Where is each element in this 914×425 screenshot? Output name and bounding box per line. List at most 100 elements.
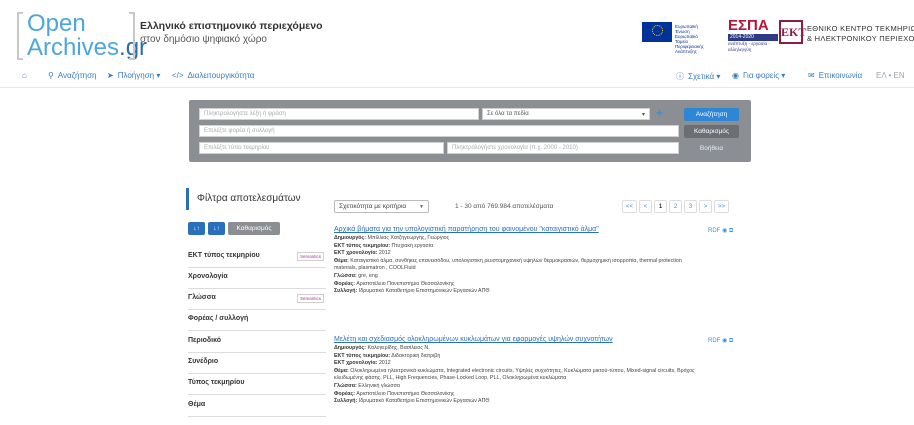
doctype-input[interactable]: Επιλέξτε τύπο τεκμηρίου [199,142,444,154]
copy-icon[interactable]: ⧉ [729,228,733,234]
field-value: Καταιγιστικό άλμα, συνθήκες επανεισόδου,… [334,257,682,272]
field-value: Ιδρυματικό Καταθετήριο Επιστημονικών Εργ… [358,398,490,405]
record-date: ΕΚΤ χρονολογία: 2012 [334,360,754,368]
semantics-badge[interactable]: Semantics [296,252,324,261]
page-last[interactable]: >> [714,200,729,213]
nav-providers[interactable]: ◉ Για φορείς ▾ [732,71,785,80]
record-actions: RDF ◉ ⧉ [708,337,733,345]
sort-za-button[interactable]: ↓↑ [208,222,225,235]
filter-ekt-doctype[interactable]: ΕΚΤ τύπος τεκμηρίου Semantics [188,248,326,268]
field-select[interactable]: Σε όλα τα πεδία ▾ [482,108,650,120]
filter-label: Γλώσσα [188,294,216,301]
search-input[interactable]: Πληκτρολογήστε λέξη ή φράση [199,108,479,120]
eye-icon[interactable]: ◉ [722,338,727,344]
info-icon: ⓘ [676,72,684,81]
site-tagline: Ελληνικό επιστημονικό περιεχόμενο στον δ… [140,20,323,46]
ekt-name: ΕΘΝΙΚΟ ΚΕΝΤΡΟ ΤΕΚΜΗΡΙΩΣΗΣ & ΗΛΕΚΤΡΟΝΙΚΟΥ… [807,24,914,44]
openarchives-logo[interactable]: Open Archives.gr [17,10,147,64]
filter-date[interactable]: Χρονολογία [188,269,326,289]
filter-doctype[interactable]: Τύπος τεκμηρίου [188,375,326,395]
nav-providers-label: Για φορείς ▾ [742,71,786,80]
nav-about-label: Σχετικά ▾ [688,72,721,81]
field-label: Φορέας: [334,280,356,287]
field-value: Διδακτορική διατριβή [391,352,441,359]
filter-label: Τύπος τεκμηρίου [188,379,245,386]
record-actions: RDF ◉ ⧉ [708,227,733,235]
field-value: Μπίλλιας Χατζηγεωργής, Γεώργιος [367,235,450,241]
search-panel: Πληκτρολογήστε λέξη ή φράση Σε όλα τα πε… [189,100,751,162]
add-field-icon[interactable]: + [656,107,663,119]
result-record: Αρχικά βήματα για την υπολογιστική παρατ… [334,225,754,296]
language-switch[interactable]: ΕΛ • EN [876,71,905,80]
nav-contact[interactable]: ✉ Επικοινωνία [808,71,862,80]
espa-sub: ανάπτυξη - εργασία - αλληλεγγύη [728,41,770,52]
filter-conference[interactable]: Συνέδριο [188,354,326,374]
record-creator: Δημιουργός: Καλογερίδης, Βασίλειος Ν. [334,345,754,353]
field-label: Θέμα: [334,367,349,374]
chevron-down-icon: ▾ [641,112,645,118]
copy-icon[interactable]: ⧉ [729,338,733,344]
filter-subject[interactable]: Θέμα [188,397,326,417]
results-count: 1 - 30 από 769.984 αποτελέσματα [455,203,554,210]
page-next[interactable]: > [699,200,712,213]
tagline-line-2: στον δημόσιο ψηφιακό χώρο [140,34,267,45]
field-value: gre, eng [358,272,378,279]
record-language: Γλώσσα: gre, eng [334,273,754,281]
filter-label: Συνέδριο [188,358,219,365]
field-label: ΕΚΤ τύπος τεκμηρίου: [334,242,391,249]
record-subject: Θέμα: Ολοκληρωμένα ηλεκτρονικά κυκλώματα… [334,368,704,383]
field-label: Δημιουργός: [334,345,367,351]
record-collection: Συλλογή: Ιδρυματικό Καταθετήριο Επιστημο… [334,288,754,296]
nav-browse[interactable]: ➤ Πλοήγηση ▾ [107,71,160,80]
sort-select[interactable]: Σχετικότητα με κριτήρια ▼ [334,200,429,213]
eye-icon[interactable]: ◉ [722,228,727,234]
rdf-link[interactable]: RDF [708,338,720,344]
record-title[interactable]: Αρχικά βήματα για την υπολογιστική παρατ… [334,225,754,235]
sort-az-button[interactable]: ↓↑ [188,222,205,235]
field-label: Συλλογή: [334,398,358,405]
field-label: ΕΚΤ χρονολογία: [334,360,378,367]
field-label: ΕΚΤ τύπος τεκμηρίου: [334,352,391,359]
search-button[interactable]: Αναζήτηση [684,108,739,121]
field-label: Γλώσσα: [334,382,357,389]
page-3[interactable]: 3 [684,200,697,213]
record-creator: Δημιουργός: Μπίλλιας Χατζηγεωργής, Γεώργ… [334,235,754,243]
record-date: ΕΚΤ χρονολογία: 2012 [334,250,754,258]
filter-provider[interactable]: Φορέας / συλλογή [188,311,326,331]
espa-years: 2014-2020 [728,34,778,41]
clear-button[interactable]: Καθαρισμός [684,125,739,138]
field-value: Ελληνική γλώσσα [358,382,400,389]
provider-input[interactable]: Επιλέξτε φορέα ή συλλογή [199,125,679,137]
page-2[interactable]: 2 [669,200,682,213]
filters-clear-button[interactable]: Καθαρισμός [228,222,280,235]
rdf-link[interactable]: RDF [708,228,720,234]
eye-icon: ◉ [732,71,739,80]
nav-search-label: Αναζήτηση [57,71,97,80]
sort-select-value: Σχετικότητα με κριτήρια [339,203,407,210]
date-input[interactable]: Πληκτρολογήστε χρονολογία (π.χ. 2000 - 2… [447,142,679,154]
espa-logo: ΕΣΠΑ 2014-2020 ανάπτυξη - εργασία - αλλη… [728,18,778,52]
nav-about[interactable]: ⓘ Σχετικά ▾ [676,71,720,82]
filter-label: Θέμα [188,401,206,408]
nav-interop[interactable]: </> Διαλειτουργικότητα [172,71,254,80]
page-first[interactable]: << [622,200,637,213]
nav-search[interactable]: ⚲ Αναζήτηση [48,71,97,80]
field-value: 2012 [378,250,391,257]
logo-bracket-right [129,12,135,60]
record-title[interactable]: Μελέτη και σχεδιασμός ολοκληρωμένων κυκλ… [334,335,754,345]
filter-language[interactable]: Γλώσσα Semantics [188,290,326,310]
field-value: 2012 [378,360,391,367]
home-icon[interactable]: ⌂ [22,71,27,80]
page-1[interactable]: 1 [654,200,667,213]
ekt-name-line-2: & ΗΛΕΚΤΡΟΝΙΚΟΥ ΠΕΡΙΕΧΟΜΕΝ [807,34,914,43]
field-label: Θέμα: [334,257,349,264]
logo-archives: Archives [27,34,120,61]
envelope-icon: ✉ [808,71,815,80]
filters-title: Φίλτρα αποτελεσμάτων [186,188,326,210]
field-select-value: Σε όλα τα πεδία [487,111,529,117]
field-value: Καλογερίδης, Βασίλειος Ν. [367,345,430,351]
semantics-badge[interactable]: Semantics [296,294,324,303]
help-button[interactable]: Βοήθεια [684,142,739,155]
filter-journal[interactable]: Περιοδικό [188,333,326,353]
page-prev[interactable]: < [639,200,652,213]
